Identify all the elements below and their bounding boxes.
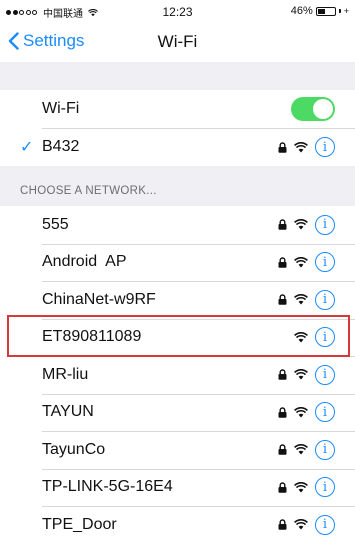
lock-icon — [278, 444, 287, 456]
status-bar: 中国联通 12:23 46% + — [0, 0, 355, 22]
page-title: Wi-Fi — [157, 32, 198, 51]
info-icon[interactable]: i — [315, 327, 335, 348]
section-header-label: CHOOSE A NETWORK... — [20, 185, 157, 197]
network-row[interactable]: TPE_Door i — [0, 506, 355, 538]
connected-network-name: B432 — [42, 138, 80, 155]
lock-icon — [278, 141, 287, 153]
lock-icon — [278, 407, 287, 418]
network-row[interactable]: ChinaNet-w9RF i — [0, 281, 355, 319]
info-icon[interactable]: i — [315, 477, 335, 498]
wifi-signal-icon — [294, 481, 308, 493]
info-icon[interactable]: i — [315, 137, 335, 157]
connected-network-row[interactable]: ✓ B432 i — [0, 128, 355, 166]
network-name: MR-liu — [42, 365, 89, 383]
charging-icon: + — [343, 6, 349, 16]
wifi-signal-icon — [294, 444, 308, 455]
battery-icon — [315, 6, 336, 16]
network-row[interactable]: TP-LINK-5G-16E4 i — [0, 469, 355, 507]
toggle-knob — [313, 99, 333, 119]
network-row[interactable]: TayunCo i — [0, 431, 355, 469]
lock-icon — [278, 482, 287, 493]
lock-icon — [278, 294, 287, 306]
network-row[interactable]: MR-liu i — [0, 356, 355, 394]
battery-percent: 46% — [290, 5, 313, 17]
network-name: Android AP — [42, 253, 127, 271]
wifi-toggle-row: Wi-Fi — [0, 90, 355, 128]
wifi-signal-icon — [294, 519, 308, 530]
lock-icon — [278, 219, 287, 231]
lock-icon — [278, 519, 287, 531]
info-icon[interactable]: i — [315, 252, 335, 273]
network-row[interactable]: ET890811089 i — [0, 319, 355, 357]
battery-tip — [338, 9, 341, 13]
battery-fill — [317, 8, 325, 14]
network-name: ET890811089 — [42, 328, 142, 346]
wifi-signal-icon — [294, 369, 308, 380]
network-name: ChinaNet-w9RF — [42, 290, 156, 308]
wifi-signal-icon — [294, 219, 308, 230]
wifi-signal-icon — [294, 256, 308, 268]
network-row[interactable]: TAYUN i — [0, 394, 355, 432]
network-name: TayunCo — [42, 440, 106, 458]
navigation-bar: Settings Wi-Fi — [0, 22, 355, 62]
wifi-toggle-switch[interactable] — [291, 97, 335, 121]
wifi-signal-icon — [294, 331, 308, 343]
info-icon[interactable]: i — [315, 439, 335, 460]
wifi-signal-icon — [294, 294, 308, 305]
network-name: TPE_Door — [42, 515, 117, 533]
section-spacer — [0, 62, 355, 90]
section-header: CHOOSE A NETWORK... — [0, 166, 355, 206]
network-row[interactable]: Android AP i — [0, 244, 355, 282]
info-icon[interactable]: i — [315, 289, 335, 310]
info-icon[interactable]: i — [315, 402, 335, 423]
status-right: 46% + — [291, 5, 349, 17]
info-icon[interactable]: i — [315, 514, 335, 535]
network-name: TAYUN — [42, 403, 94, 421]
wifi-signal-icon — [294, 406, 308, 418]
info-icon[interactable]: i — [315, 214, 335, 235]
wifi-signal-icon — [294, 141, 308, 152]
network-name: 555 — [42, 215, 69, 233]
network-name: TP-LINK-5G-16E4 — [42, 478, 173, 496]
lock-icon — [278, 257, 287, 268]
network-row[interactable]: 555 i — [0, 206, 355, 244]
wifi-toggle-label: Wi-Fi — [42, 100, 80, 117]
lock-icon — [278, 369, 287, 381]
info-icon[interactable]: i — [315, 364, 335, 385]
checkmark-icon: ✓ — [20, 139, 34, 156]
